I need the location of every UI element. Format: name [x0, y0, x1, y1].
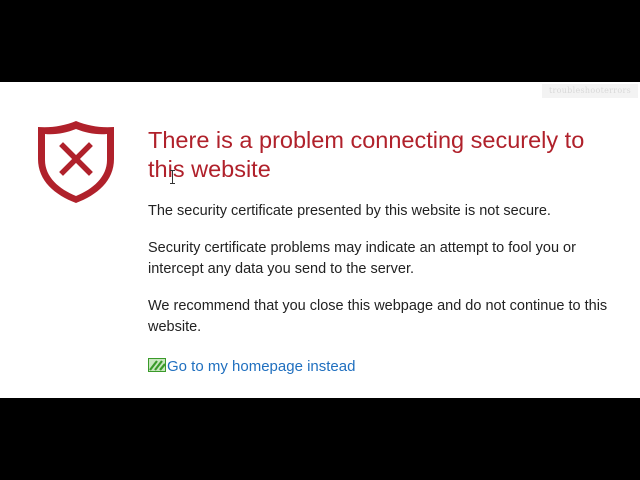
watermark: troubleshooterrors	[542, 84, 638, 98]
text-cursor-icon	[170, 170, 175, 184]
error-recommendation: We recommend that you close this webpage…	[148, 298, 608, 335]
homepage-link-label[interactable]: Go to my homepage instead	[167, 356, 355, 378]
error-warning: Security certificate problems may indica…	[148, 240, 576, 277]
certificate-error-page: troubleshooterrors There is a problem co…	[0, 82, 640, 398]
shield-x-icon	[38, 121, 114, 203]
page-title: There is a problem connecting securely t…	[148, 127, 585, 182]
homepage-link[interactable]: Go to my homepage instead	[148, 356, 355, 378]
letterbox-bottom	[0, 398, 640, 480]
letterbox-top	[0, 0, 640, 82]
error-description: The security certificate presented by th…	[148, 203, 551, 219]
green-arrow-icon	[148, 357, 166, 372]
